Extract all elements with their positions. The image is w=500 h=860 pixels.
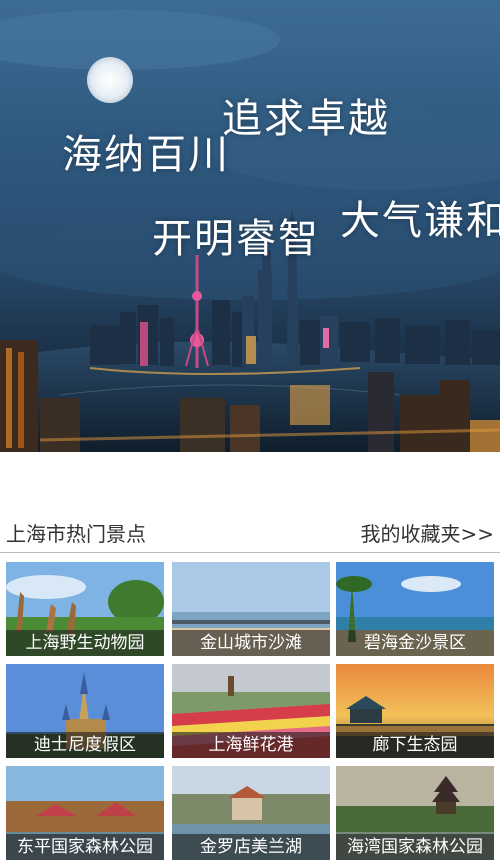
section-header: 上海市热门景点 我的收藏夹>>: [0, 512, 500, 553]
attraction-card-city-beach[interactable]: 金山城市沙滩: [172, 562, 330, 656]
moon: [87, 57, 133, 103]
hero-banner: 海纳百川 追求卓越 开明睿智 大气谦和: [0, 0, 500, 452]
attraction-grid: 上海野生动物园 金山城市沙滩 碧海金沙景区 迪士尼度假区 上海鲜花港 廊下生态园…: [6, 562, 496, 860]
slogan-text: 大气谦和: [340, 198, 500, 244]
attraction-card-langxia-eco-park[interactable]: 廊下生态园: [336, 664, 494, 758]
attraction-name: 上海鲜花港: [172, 732, 330, 758]
attraction-card-disney-resort[interactable]: 迪士尼度假区: [6, 664, 164, 758]
attraction-card-golden-beach[interactable]: 碧海金沙景区: [336, 562, 494, 656]
attraction-name: 东平国家森林公园: [6, 834, 164, 860]
attraction-name: 碧海金沙景区: [336, 630, 494, 656]
attraction-card-flower-port[interactable]: 上海鲜花港: [172, 664, 330, 758]
attraction-name: 金山城市沙滩: [172, 630, 330, 656]
slogan-text: 开明睿智: [152, 216, 320, 262]
attraction-name: 迪士尼度假区: [6, 732, 164, 758]
favorites-link[interactable]: 我的收藏夹>>: [360, 518, 494, 547]
attraction-name: 金罗店美兰湖: [172, 834, 330, 860]
attraction-name: 上海野生动物园: [6, 630, 164, 656]
attraction-card-meilan-lake[interactable]: 金罗店美兰湖: [172, 766, 330, 860]
attraction-card-dongping-forest-park[interactable]: 东平国家森林公园: [6, 766, 164, 860]
slogan-text: 追求卓越: [222, 96, 390, 142]
attraction-card-wildlife-park[interactable]: 上海野生动物园: [6, 562, 164, 656]
attraction-name: 廊下生态园: [336, 732, 494, 758]
section-title: 上海市热门景点: [6, 522, 146, 546]
slogan-text: 海纳百川: [62, 132, 230, 178]
attraction-name: 海湾国家森林公园: [336, 834, 494, 860]
attraction-card-bay-forest-park[interactable]: 海湾国家森林公园: [336, 766, 494, 860]
